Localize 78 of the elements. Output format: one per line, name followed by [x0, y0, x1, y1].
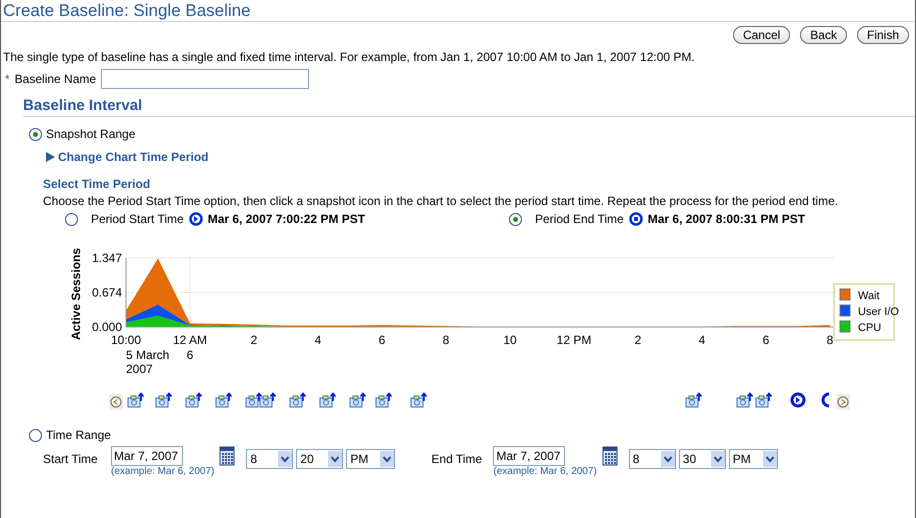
camera-icon[interactable] [755, 392, 773, 408]
x-tick-label: 12 PM [556, 333, 592, 347]
camera-icon[interactable] [289, 392, 307, 408]
field-label: End Time [431, 451, 484, 466]
snapshot-marker-icon[interactable] [821, 392, 829, 408]
x-tick-label: 6 [762, 333, 770, 347]
x-tick-label: 8 [826, 333, 834, 347]
camera-icon[interactable] [319, 392, 337, 408]
x-tick-label: 6 [378, 333, 386, 347]
arrow-circle-icon[interactable] [188, 212, 203, 226]
camera-icon[interactable] [736, 392, 754, 408]
x-tick-label: 8 [442, 333, 450, 347]
baseline-name-field[interactable] [101, 69, 310, 89]
required-mark: * [5, 72, 10, 86]
action-button[interactable]: Finish [856, 26, 909, 44]
dropdown[interactable]: PM [346, 449, 396, 469]
snapshot-marker-icon[interactable] [790, 392, 806, 408]
date-field[interactable]: Mar 7, 2007 [111, 446, 183, 466]
dropdown[interactable]: 8 [246, 449, 294, 469]
radio-button[interactable] [29, 428, 42, 442]
date-field[interactable]: Mar 7, 2007 [493, 446, 566, 466]
x-tick-label: 2 [250, 333, 258, 347]
x-tick-label: 12 AM [172, 333, 208, 347]
date-label: 2007 [126, 362, 153, 376]
example-hint: (example: Mar 6, 2007) [493, 466, 597, 477]
calendar-icon[interactable] [219, 446, 236, 466]
description-text: The single type of baseline has a single and fixed time interval. For example, from Jan 1, 2007 10:00 AM to Jan 1, 2007 12:00 PM. [3, 50, 696, 64]
field-label: Baseline Name [14, 72, 96, 86]
camera-icon[interactable] [410, 392, 428, 408]
change-chart-link[interactable]: Change Chart Time Period [45, 150, 915, 164]
instruction-text: Choose the Period Start Time option, then click a snapshot icon in the chart to select the period start time. Repeat the process for the period end time. [43, 194, 840, 208]
camera-icon[interactable] [349, 392, 367, 408]
section-title: Baseline Interval [23, 97, 915, 117]
date-label: 5 March [126, 348, 170, 362]
calendar-icon[interactable] [602, 446, 618, 466]
camera-icon[interactable] [127, 392, 145, 408]
period-time-value: Mar 6, 2007 7:00:22 PM PST [208, 212, 366, 226]
y-tick-label: 0.000 [92, 320, 122, 334]
radio-label: Period Start Time [91, 212, 184, 226]
x-tick-label: 4 [314, 333, 322, 347]
camera-icon[interactable] [155, 392, 173, 408]
field-label: Start Time [43, 451, 99, 466]
camera-icon[interactable] [685, 392, 703, 408]
dropdown[interactable]: 8 [628, 449, 676, 469]
subsection-title: Select Time Period [43, 177, 152, 191]
dropdown[interactable]: 20 [296, 449, 344, 469]
x-tick-label: 10:00 [110, 333, 142, 347]
y-tick-label: 1.347 [92, 251, 122, 265]
camera-icon[interactable] [375, 392, 393, 408]
legend-label: Wait [858, 290, 880, 302]
radio-label: Time Range [46, 428, 111, 442]
legend-label: CPU [858, 322, 882, 334]
axis-title: Active Sessions [69, 248, 83, 340]
radio-label: Snapshot Range [46, 127, 136, 141]
camera-icon[interactable] [215, 392, 233, 408]
action-button[interactable]: Cancel [732, 26, 790, 44]
camera-icon[interactable] [185, 392, 203, 408]
scroll-left-icon[interactable] [109, 394, 123, 410]
legend-label: User I/O [858, 306, 899, 318]
y-tick-label: 0.674 [92, 285, 122, 300]
action-button[interactable]: Back [800, 26, 847, 44]
dropdown[interactable]: PM [728, 449, 778, 469]
radio-button[interactable] [509, 212, 522, 226]
radio-label: Period End Time [535, 212, 624, 226]
example-hint: (example: Mar 6, 2007) [111, 466, 214, 477]
page-title: Create Baseline: Single Baseline [1, 0, 915, 22]
expand-triangle-icon [45, 152, 55, 162]
date-label: 6 [186, 348, 194, 362]
radio-button[interactable] [29, 128, 42, 140]
scroll-right-icon[interactable] [836, 394, 850, 410]
stop-circle-icon[interactable] [628, 212, 643, 226]
period-time-value: Mar 6, 2007 8:00:31 PM PST [648, 212, 806, 226]
x-tick-label: 10 [503, 333, 517, 347]
x-tick-label: 2 [634, 333, 642, 347]
x-tick-label: 4 [698, 333, 706, 347]
radio-button[interactable] [65, 212, 78, 226]
camera-icon[interactable] [259, 392, 277, 408]
dropdown[interactable]: 30 [678, 449, 726, 469]
